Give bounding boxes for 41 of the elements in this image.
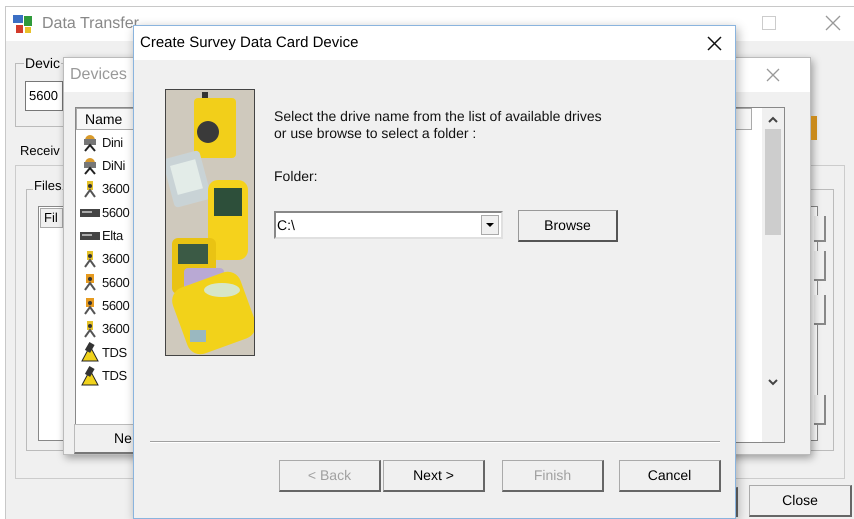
level-icon [81,134,99,152]
side-button[interactable] [814,216,826,242]
device-item[interactable]: TDS [102,342,127,362]
device-item[interactable]: DiNi [102,156,125,176]
scrollbar[interactable] [762,108,784,442]
scroll-up-icon[interactable] [768,116,778,123]
column-header[interactable]: Fil [40,208,63,228]
device-item[interactable]: 3600 [102,319,130,339]
next-button[interactable]: Next > [383,460,485,492]
device-item[interactable]: Elta [102,226,123,246]
device-item[interactable]: 3600 [102,179,130,199]
window-title: Data Transfer [42,14,139,34]
folder-dropdown[interactable]: C:\ [274,211,503,239]
device-image-icon [811,116,817,140]
device-item[interactable]: 5600 [102,202,130,222]
side-button[interactable] [814,395,826,425]
side-button[interactable] [814,295,826,325]
device-item[interactable]: 3600 [102,249,130,269]
device-item[interactable]: Dini [102,132,123,152]
card-icon [80,208,100,218]
folder-label: Folder: [274,167,318,186]
handheld-icon [80,342,100,362]
browse-button[interactable]: Browse [518,210,618,242]
window-title: Devices [70,65,127,85]
close-icon[interactable] [707,36,722,51]
card-icon [80,230,100,241]
device-item[interactable]: 5600 [102,272,130,292]
close-button[interactable]: Close [749,485,852,517]
device-item[interactable]: TDS [102,366,127,386]
handheld-icon [80,366,100,386]
device-field[interactable]: 5600 [25,81,63,111]
app-icon [12,13,34,35]
instruction-text: Select the drive name from the list of available drives or use browse to select a folder : [274,108,602,142]
level-icon [81,156,99,175]
tab[interactable]: Receiv [20,141,60,160]
scroll-down-icon[interactable] [768,379,778,386]
device-item[interactable]: 5600 [102,296,130,316]
window-title: Create Survey Data Card Device [140,32,358,53]
cancel-button[interactable]: Cancel [619,460,721,492]
scrollbar-thumb[interactable] [765,129,781,235]
side-button[interactable] [814,251,826,281]
